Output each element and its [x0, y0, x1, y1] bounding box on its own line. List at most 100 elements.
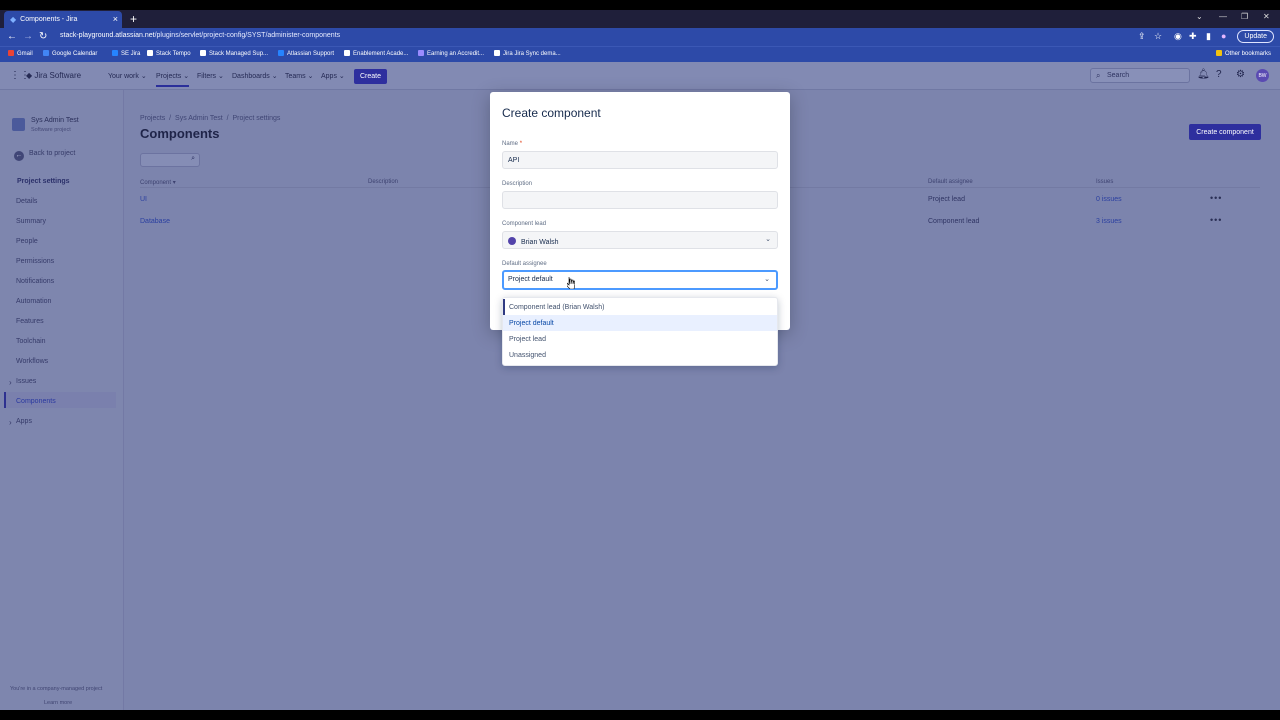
bookmark-item[interactable]: Atlassian Support — [278, 50, 334, 57]
update-button[interactable]: Update — [1237, 30, 1274, 43]
user-avatar-icon — [508, 237, 516, 245]
jira-logo[interactable]: ◆ Jira Software — [26, 71, 81, 80]
bookmark-item[interactable]: Earning an Accredit... — [418, 50, 484, 57]
sidebar-item-people[interactable]: People — [16, 238, 38, 245]
restore-icon[interactable]: ❐ — [1241, 12, 1248, 21]
extension-icon[interactable]: ◉ — [1174, 31, 1182, 42]
table-row-assignee: Component lead — [928, 218, 980, 225]
component-lead-label: Component lead — [502, 221, 547, 227]
sidebar-item-features[interactable]: Features — [16, 318, 44, 325]
column-header-description: Description — [368, 179, 399, 185]
column-header-assignee: Default assignee — [928, 179, 973, 185]
jira-favicon-icon: ◆ — [10, 15, 17, 24]
search-input[interactable]: ⌕ Search — [1090, 68, 1190, 83]
table-row-component[interactable]: Database — [140, 218, 170, 225]
puzzle-icon[interactable]: ✚ — [1189, 31, 1197, 42]
browser-tab[interactable]: ◆ Components - Jira × — [4, 11, 122, 28]
project-name: Sys Admin Test — [31, 117, 79, 124]
nav-projects[interactable]: Projects ⌄ — [156, 72, 190, 87]
sidebar-item-summary[interactable]: Summary — [16, 218, 46, 225]
component-lead-select[interactable]: Brian Walsh ⌄ — [502, 231, 778, 249]
sidebar-item-issues[interactable]: Issues — [9, 378, 36, 387]
share-icon[interactable]: ⇪ — [1138, 31, 1146, 42]
bookmark-item[interactable]: Stack Managed Sup... — [200, 50, 268, 57]
sidebar-item-toolchain[interactable]: Toolchain — [16, 338, 46, 345]
option-unassigned[interactable]: Unassigned — [503, 347, 777, 363]
breadcrumb-project[interactable]: Sys Admin Test — [175, 115, 223, 122]
back-icon[interactable]: ← — [7, 31, 17, 42]
user-avatar[interactable]: BW — [1256, 69, 1269, 82]
table-row-issues[interactable]: 0 issues — [1096, 196, 1122, 203]
nav-apps[interactable]: Apps ⌄ — [321, 72, 345, 80]
url-path: /plugins/servlet/project-config/SYST/adm… — [154, 32, 341, 39]
sidepanel-icon[interactable]: ▮ — [1206, 31, 1211, 42]
browser-window: ◆ Components - Jira × + ⌄ — ❐ ✕ ← → ↻ st… — [0, 10, 1280, 710]
project-sidebar: Sys Admin Test Software project ← Back to… — [0, 90, 124, 710]
search-icon: ⌕ — [1096, 71, 1101, 80]
new-tab-icon[interactable]: + — [130, 12, 137, 26]
profile-icon[interactable]: ● — [1221, 31, 1226, 41]
column-header-component[interactable]: Component ▾ — [140, 179, 176, 186]
default-assignee-select[interactable]: Project default ⌄ — [502, 270, 778, 290]
create-button[interactable]: Create — [354, 69, 387, 84]
close-tab-icon[interactable]: × — [113, 14, 118, 24]
reload-icon[interactable]: ↻ — [39, 31, 47, 42]
table-row-issues[interactable]: 3 issues — [1096, 218, 1122, 225]
mouse-pointer-icon — [567, 277, 575, 289]
bookmark-item[interactable]: Google Calendar — [43, 50, 97, 57]
sidebar-item-automation[interactable]: Automation — [16, 298, 51, 305]
tab-title: Components - Jira — [20, 16, 78, 23]
project-settings-heading: Project settings — [17, 178, 70, 185]
name-field[interactable]: API — [502, 151, 778, 169]
back-to-project-link[interactable]: ← Back to project — [14, 150, 75, 161]
company-managed-note: You're in a company-managed project — [10, 686, 103, 692]
create-component-button[interactable]: Create component — [1189, 124, 1261, 140]
url-field[interactable]: stack-playground.atlassian.net/plugins/s… — [60, 32, 340, 39]
description-field[interactable] — [502, 191, 778, 209]
bookmark-star-icon[interactable]: ☆ — [1154, 31, 1162, 42]
help-icon[interactable]: ? — [1216, 69, 1222, 80]
close-window-icon[interactable]: ✕ — [1263, 12, 1270, 21]
more-actions-icon[interactable]: ••• — [1210, 215, 1222, 225]
forward-icon[interactable]: → — [23, 31, 33, 42]
page-title: Components — [140, 126, 220, 141]
nav-your-work[interactable]: Your work ⌄ — [108, 72, 147, 80]
bookmark-item[interactable]: Jira Jira Sync dema... — [494, 50, 561, 57]
bookmarks-bar: Gmail Google Calendar SE Jira Stack Temp… — [0, 46, 1280, 62]
table-row-assignee: Project lead — [928, 196, 965, 203]
option-project-lead[interactable]: Project lead — [503, 331, 777, 347]
sidebar-item-components[interactable]: Components — [16, 398, 56, 405]
bookmark-item[interactable]: SE Jira — [112, 50, 140, 57]
sidebar-item-details[interactable]: Details — [16, 198, 37, 205]
component-lead-value: Brian Walsh — [521, 239, 559, 246]
bookmark-item[interactable]: Gmail — [8, 50, 33, 57]
project-type: Software project — [31, 127, 71, 133]
breadcrumb-settings[interactable]: Project settings — [233, 115, 281, 122]
more-actions-icon[interactable]: ••• — [1210, 193, 1222, 203]
breadcrumb-projects[interactable]: Projects — [140, 115, 165, 122]
bookmark-item[interactable]: Enablement Acade... — [344, 50, 408, 57]
description-label: Description — [502, 181, 533, 187]
minimize-icon[interactable]: — — [1219, 12, 1227, 21]
nav-dashboards[interactable]: Dashboards ⌄ — [232, 72, 278, 80]
breadcrumb: Projects / Sys Admin Test / Project sett… — [140, 115, 281, 122]
settings-gear-icon[interactable]: ⚙ — [1236, 69, 1245, 80]
component-filter-input[interactable]: ⌕ — [140, 153, 200, 167]
table-row-component[interactable]: UI — [140, 196, 147, 203]
nav-teams[interactable]: Teams ⌄ — [285, 72, 313, 80]
tab-search-icon[interactable]: ⌄ — [1196, 12, 1203, 21]
bookmark-item[interactable]: Stack Tempo — [147, 50, 191, 57]
nav-filters[interactable]: Filters ⌄ — [197, 72, 224, 80]
chevron-down-icon: ⌄ — [765, 236, 771, 243]
sidebar-item-notifications[interactable]: Notifications — [16, 278, 54, 285]
option-project-default[interactable]: Project default — [503, 315, 777, 331]
sidebar-item-workflows[interactable]: Workflows — [16, 358, 48, 365]
sidebar-item-apps[interactable]: Apps — [9, 418, 32, 427]
default-assignee-menu: Component lead (Brian Walsh) Project def… — [502, 297, 778, 366]
other-bookmarks[interactable]: Other bookmarks — [1216, 50, 1271, 57]
chevron-down-icon: ⌄ — [764, 276, 770, 283]
learn-more-link[interactable]: Learn more — [44, 700, 72, 706]
sidebar-item-permissions[interactable]: Permissions — [16, 258, 54, 265]
option-component-lead[interactable]: Component lead (Brian Walsh) — [503, 299, 777, 315]
notifications-icon[interactable]: 🔔︎ — [1197, 69, 1210, 80]
